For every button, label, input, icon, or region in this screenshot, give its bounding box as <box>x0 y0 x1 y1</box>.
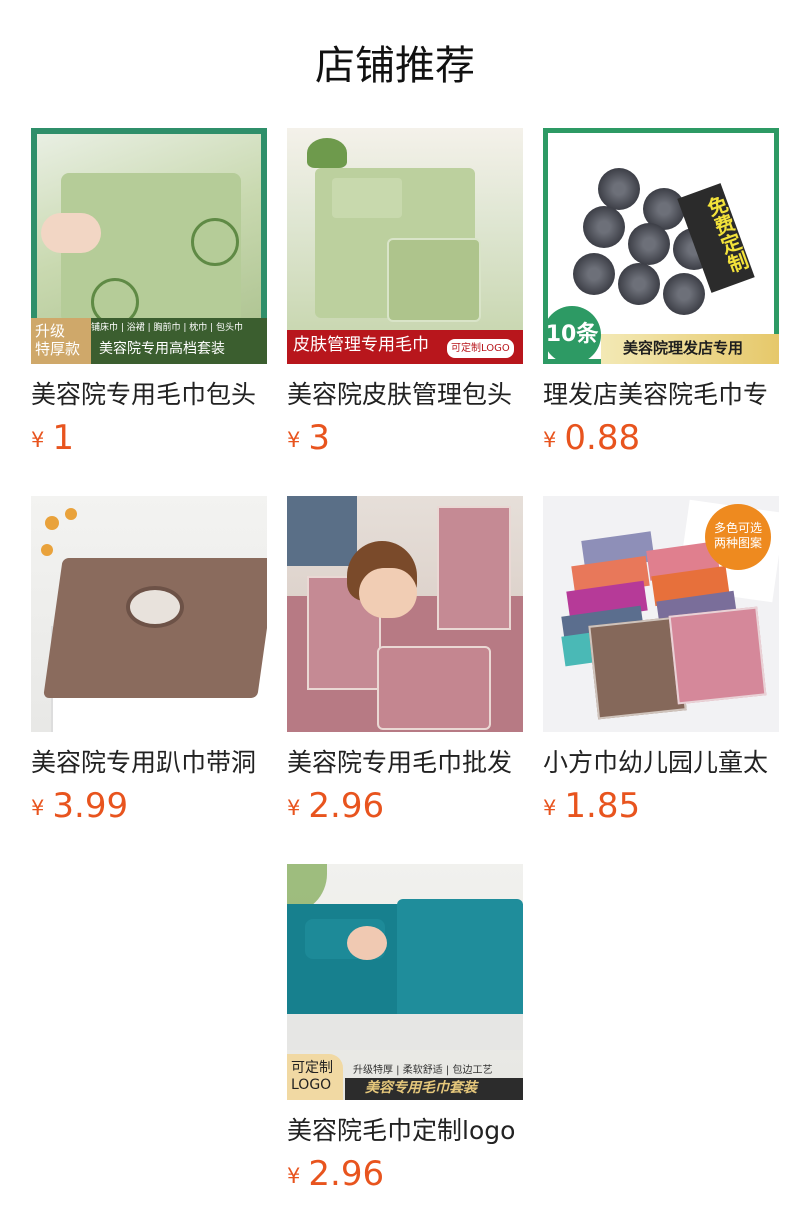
product-price: 3 <box>308 418 331 458</box>
brown-face-hole-towel-photo[interactable] <box>31 496 267 732</box>
green-towel-bag-photo[interactable]: 皮肤管理专用毛巾 可定制LOGO <box>287 128 523 364</box>
currency-symbol: ¥ <box>287 428 301 452</box>
price-row: ¥2.96 <box>287 784 523 828</box>
green-towel-set-photo[interactable]: 铺床巾 | 浴裙 | 胸前巾 | 枕巾 | 包头巾 升级 特厚款 美容院专用高档… <box>31 128 267 364</box>
product-name[interactable]: 小方巾幼儿园儿童太 <box>543 746 779 780</box>
product-card[interactable]: 免费定制 10条 美容院理发店专用 理发店美容院毛巾专 ¥0.88 <box>543 128 779 460</box>
image-banner: 美容院理发店专用 <box>623 339 744 357</box>
price-row: ¥1 <box>31 416 267 460</box>
product-card[interactable]: 皮肤管理专用毛巾 可定制LOGO 美容院皮肤管理包头 ¥3 <box>287 128 523 460</box>
product-name[interactable]: 美容院皮肤管理包头 <box>287 378 523 412</box>
product-name[interactable]: 理发店美容院毛巾专 <box>543 378 779 412</box>
image-badge: 多色可选 两种图案 <box>705 504 771 570</box>
image-badge: 10条 <box>543 306 601 364</box>
image-badge: 升级 特厚款 <box>31 318 91 364</box>
price-row: ¥3 <box>287 416 523 460</box>
product-name[interactable]: 美容院专用毛巾批发 <box>287 746 523 780</box>
product-card[interactable]: 铺床巾 | 浴裙 | 胸前巾 | 枕巾 | 包头巾 升级 特厚款 美容院专用高档… <box>31 128 267 460</box>
currency-symbol: ¥ <box>543 796 557 820</box>
currency-symbol: ¥ <box>287 796 301 820</box>
price-row: ¥0.88 <box>543 416 779 460</box>
product-card[interactable]: 多色可选 两种图案 小方巾幼儿园儿童太 ¥1.85 <box>543 496 779 828</box>
colorful-square-towels-photo[interactable]: 多色可选 两种图案 <box>543 496 779 732</box>
product-price: 1.85 <box>564 786 641 826</box>
product-name[interactable]: 美容院毛巾定制logo <box>287 1114 523 1148</box>
rolled-grey-towels-photo[interactable]: 免费定制 10条 美容院理发店专用 <box>543 128 779 364</box>
currency-symbol: ¥ <box>31 428 45 452</box>
price-row: ¥3.99 <box>31 784 267 828</box>
product-name[interactable]: 美容院专用毛巾包头 <box>31 378 267 412</box>
image-strip-text: 铺床巾 | 浴裙 | 胸前巾 | 枕巾 | 包头巾 <box>91 323 244 333</box>
price-row: ¥1.85 <box>543 784 779 828</box>
pink-towel-model-photo[interactable] <box>287 496 523 732</box>
currency-symbol: ¥ <box>543 428 557 452</box>
currency-symbol: ¥ <box>287 1164 301 1188</box>
product-card[interactable]: 可定制 LOGO 升级特厚 | 柔软舒适 | 包边工艺 美容专用毛巾套装 美容院… <box>287 864 523 1196</box>
image-banner: 美容专用毛巾套装 <box>365 1080 477 1096</box>
image-banner: 皮肤管理专用毛巾 <box>293 335 429 355</box>
product-price: 1 <box>52 418 75 458</box>
product-name[interactable]: 美容院专用趴巾带洞 <box>31 746 267 780</box>
image-badge: 可定制LOGO <box>447 339 514 358</box>
price-row: ¥2.96 <box>287 1152 523 1196</box>
image-strip-text: 升级特厚 | 柔软舒适 | 包边工艺 <box>353 1065 493 1076</box>
product-card[interactable]: 美容院专用毛巾批发 ¥2.96 <box>287 496 523 828</box>
product-price: 2.96 <box>308 786 385 826</box>
currency-symbol: ¥ <box>31 796 45 820</box>
teal-towel-set-photo[interactable]: 可定制 LOGO 升级特厚 | 柔软舒适 | 包边工艺 美容专用毛巾套装 <box>287 864 523 1100</box>
image-banner: 美容院专用高档套装 <box>99 341 225 357</box>
product-price: 2.96 <box>308 1154 385 1194</box>
product-price: 0.88 <box>564 418 641 458</box>
image-badge: 可定制 LOGO <box>287 1054 343 1100</box>
product-price: 3.99 <box>52 786 129 826</box>
product-card[interactable]: 美容院专用趴巾带洞 ¥3.99 <box>31 496 267 828</box>
page-title: 店铺推荐 <box>315 43 475 89</box>
